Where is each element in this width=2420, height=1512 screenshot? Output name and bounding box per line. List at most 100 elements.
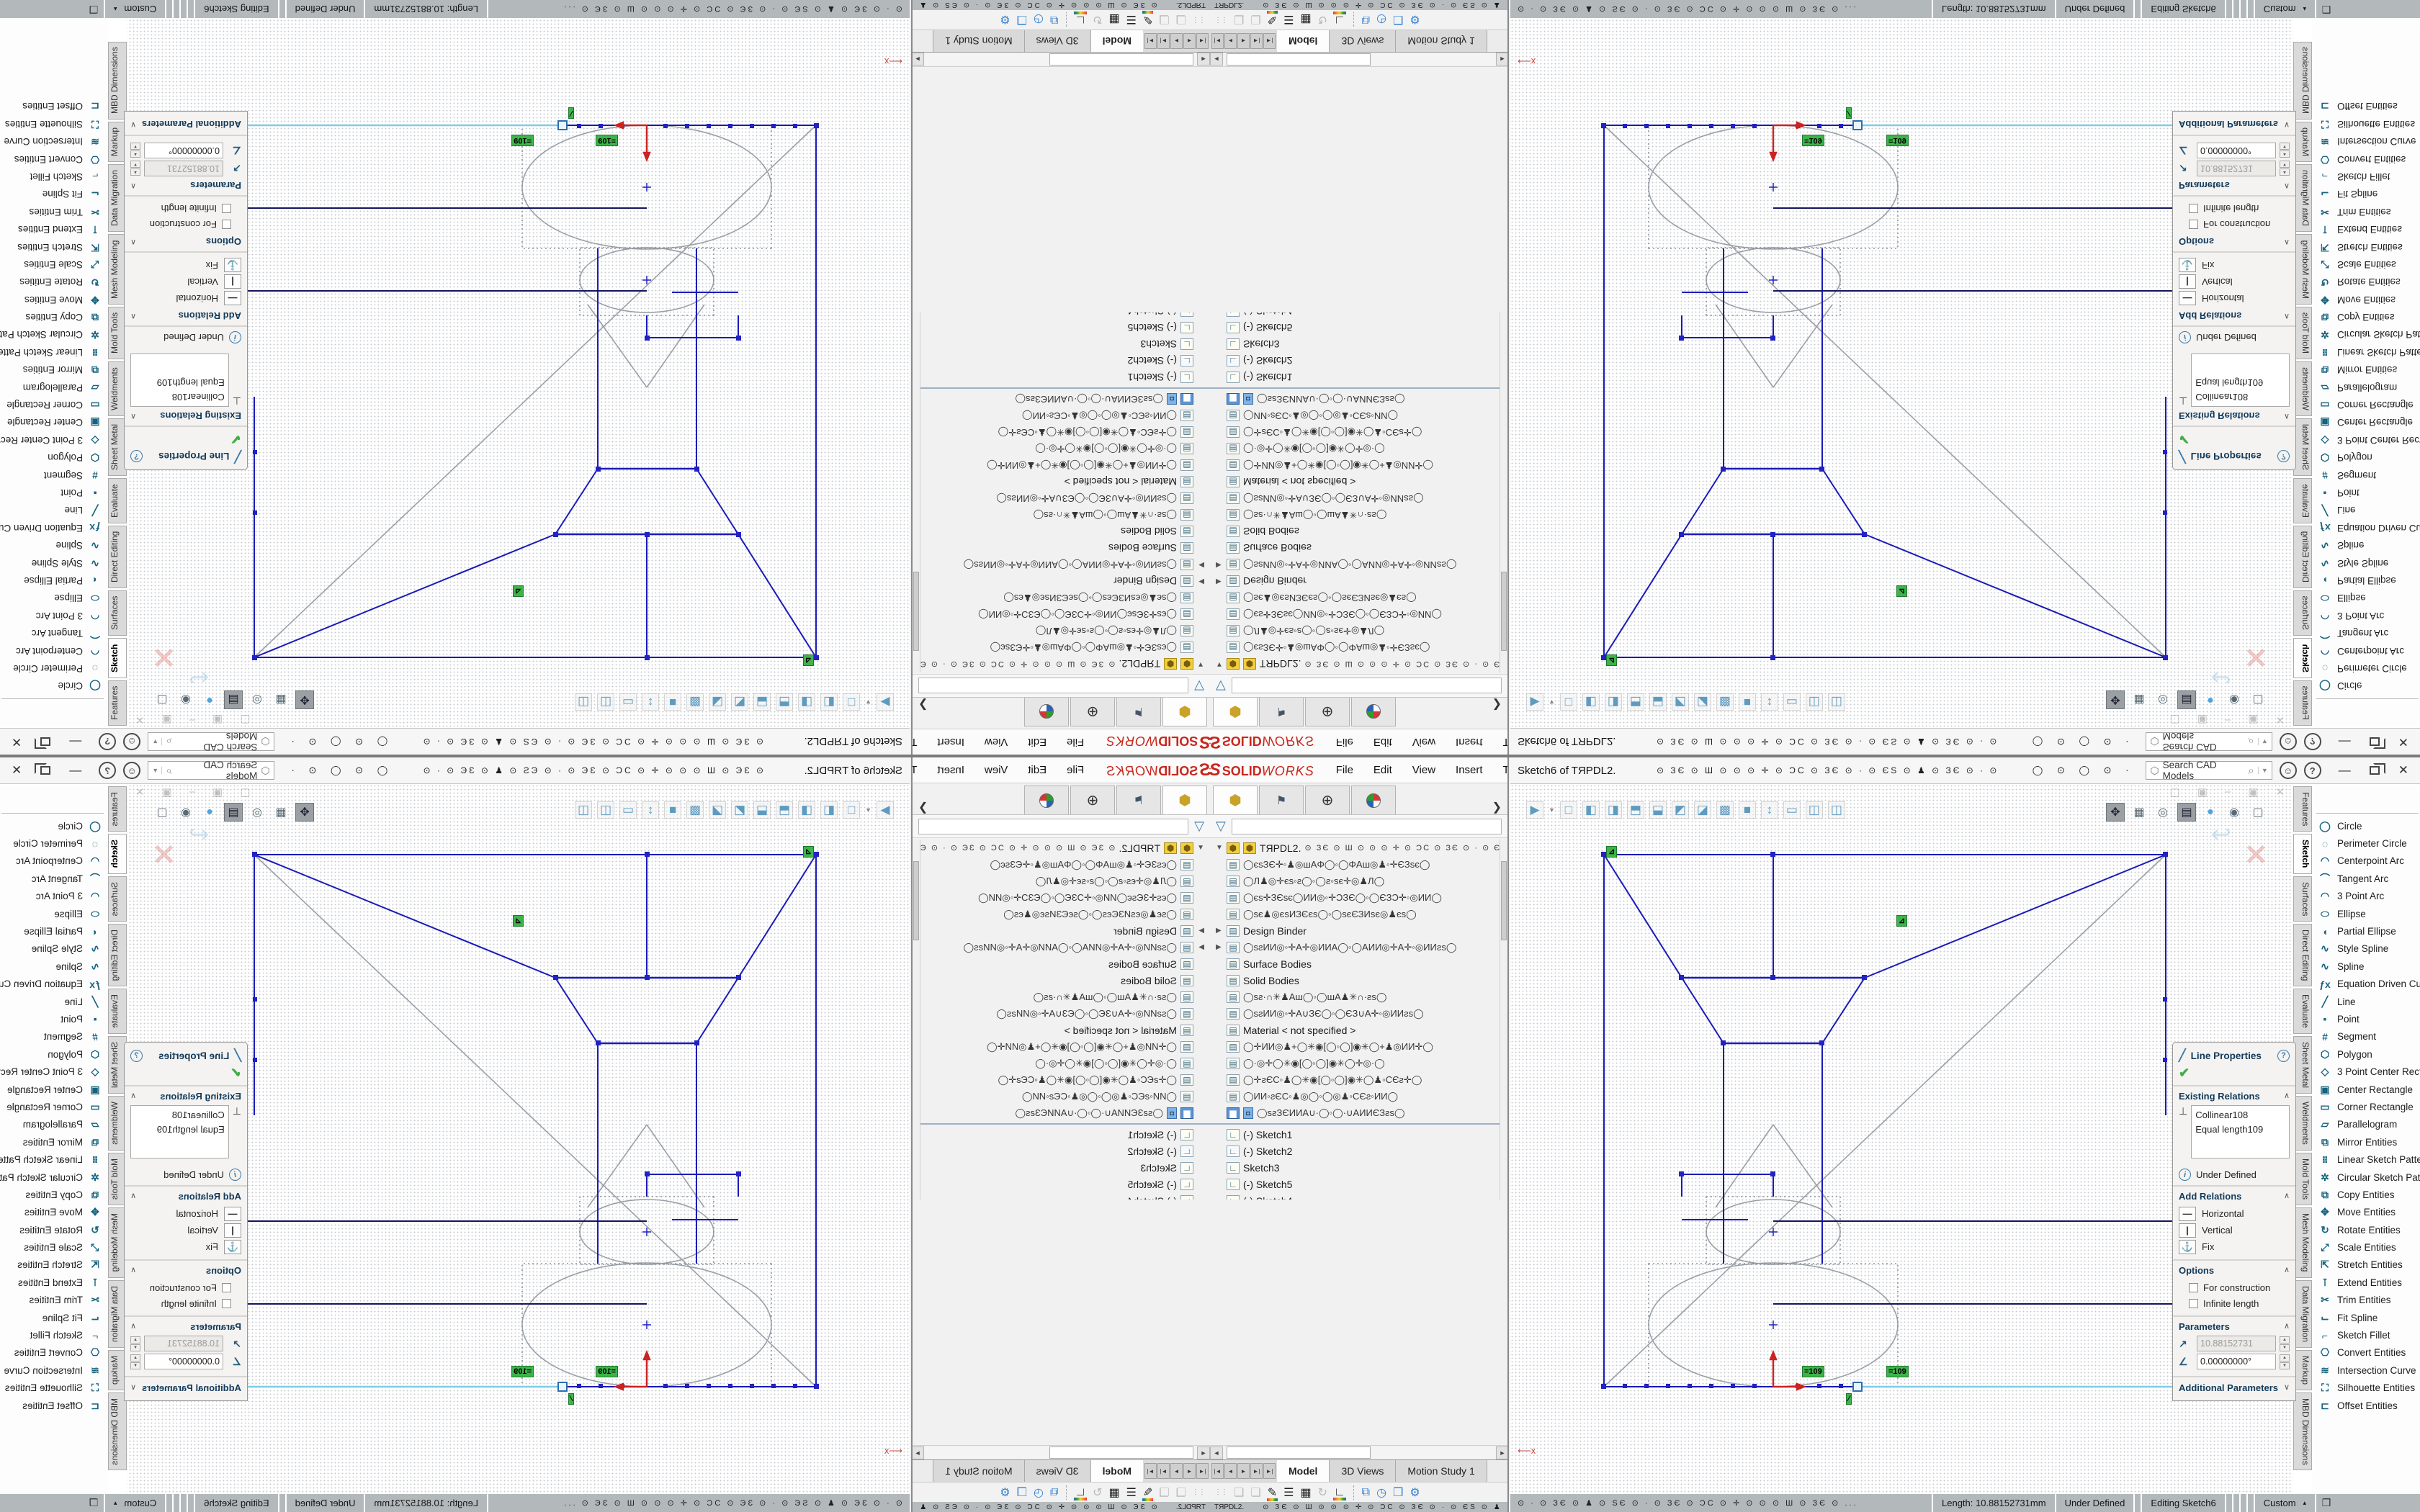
sketch-tool-item[interactable]: ⬡ Polygon xyxy=(2312,1045,2420,1063)
sketch-tool-item[interactable]: ◠ 3 Point Arc xyxy=(2312,888,2420,905)
sketch-tool-item[interactable]: ▭ Corner Rectangle xyxy=(2312,1098,2420,1115)
sketch-tool-item[interactable]: ╱ Line xyxy=(0,993,108,1010)
scrollbar-thumb[interactable] xyxy=(1501,861,1507,940)
cancel-sketch-icon[interactable]: ✕ xyxy=(2244,640,2269,673)
sketch-tool-item[interactable]: ✂ Trim Entities xyxy=(0,1292,108,1309)
tree-item[interactable]: ▤ ◯ѕƨ·∩✳♟Aш◯◦◯шA♟✳∩·ƨѕ◯ xyxy=(919,989,1210,1005)
command-tab[interactable]: Sketch xyxy=(2293,834,2312,873)
parameter-input[interactable]: 10.88152731 xyxy=(144,1336,223,1351)
option-row[interactable]: Infinite length xyxy=(2179,201,2290,217)
tab-displaymanager[interactable] xyxy=(1024,786,1069,814)
collapse-caret-icon[interactable]: ∧ xyxy=(130,1191,136,1202)
sketch-tool-item[interactable]: ▱ Parallelogram xyxy=(0,1116,108,1133)
sketch-tool-item[interactable]: ✥ Move Entities xyxy=(2312,291,2420,308)
view-front-icon[interactable]: □ xyxy=(1560,801,1577,819)
corner-rainbow-icon[interactable]: ∟ xyxy=(1075,1486,1086,1499)
tab-featuremanager[interactable]: ⬢ xyxy=(1213,698,1258,726)
cancel-sketch-icon[interactable]: ✕ xyxy=(2244,839,2269,872)
sketch-tool-item[interactable]: ᎒᎒ Linear Sketch Pattern xyxy=(2312,343,2420,361)
view-settings-icon[interactable]: ◉ xyxy=(176,690,195,709)
spin-down-icon[interactable]: ▼ xyxy=(130,1362,140,1369)
tree-vertical-scrollbar[interactable] xyxy=(913,840,920,1200)
checkbox[interactable] xyxy=(222,204,231,214)
section-view-icon[interactable]: ▤ xyxy=(2177,690,2196,709)
model-tab[interactable]: Motion Study 1 xyxy=(1396,1460,1487,1482)
help-icon[interactable]: ? xyxy=(99,733,116,750)
sketch-tool-item[interactable]: ⌙ Fit Spline xyxy=(0,186,108,203)
sketch-tool-item[interactable]: ◌ Perimeter Circle xyxy=(0,834,108,852)
view-back-icon[interactable]: ◧ xyxy=(820,801,838,819)
add-relation-button[interactable]: — Horizontal xyxy=(130,290,241,307)
relation-badge-equal-109[interactable]: =109 xyxy=(596,135,618,146)
hide-show-items-icon[interactable]: ✥ xyxy=(295,690,314,709)
toolbar-grip[interactable]: ⋮⋮ xyxy=(1214,1488,1227,1496)
sketch-tool-item[interactable]: ✂ Trim Entities xyxy=(0,203,108,220)
collapse-caret-icon[interactable]: ∧ xyxy=(2284,180,2290,191)
collapse-caret-icon[interactable]: ∧ xyxy=(130,1321,136,1332)
next-tab-button[interactable]: ► xyxy=(1170,33,1183,49)
display-style-icon[interactable]: ◎ xyxy=(2154,803,2172,822)
status-units[interactable]: Custom▴ xyxy=(2254,0,2315,18)
hide-show-items-icon[interactable]: ✥ xyxy=(295,803,314,822)
sketch-tool-item[interactable]: ⛶ Silhouette Entities xyxy=(0,1380,108,1397)
search-icon[interactable]: ⌕ xyxy=(166,736,171,748)
tree-item[interactable]: ▤ ◯ѕƨ·∩✳♟Aш◯◦◯шA♟✳∩·ƨѕ◯ xyxy=(1210,507,1501,523)
apply-scene-icon[interactable]: ● xyxy=(200,690,219,709)
tree-root[interactable]: ▼ ⬢ ⬢ TЯPDL2. ⊙ ЗЄ ⊙ Ш ⊙ ⊙ ⊙ ✛ ⊙ ƆС ⊙ ЗЄ… xyxy=(919,656,1210,672)
sketch-tool-item[interactable]: ∿ Style Spline xyxy=(2312,940,2420,958)
spin-up-icon[interactable]: ▲ xyxy=(2280,1336,2290,1344)
command-tab[interactable]: Surfaces xyxy=(108,590,127,636)
search-box[interactable]: ⬡ Search CAD Models ⌕ ▼ xyxy=(2146,732,2272,751)
menu-item[interactable]: File xyxy=(1067,764,1084,776)
spin-down-icon[interactable]: ▼ xyxy=(2280,143,2290,150)
tree-item[interactable]: ▶ ▤ ◯ѕƨИИ◎◦✛A✛◎ИИA◯◦◯AИИ◎✛A✛◦◎ИИƨѕ◯ xyxy=(919,939,1210,955)
sketch-tool-item[interactable]: ⛶ Silhouette Entities xyxy=(0,115,108,132)
tree-item-sketch[interactable]: ∟ (-) Sketch2 xyxy=(1210,353,1501,369)
sketch-tool-item[interactable]: ⎔ Convert Entities xyxy=(0,150,108,168)
relation-badge-collinear[interactable]: ∕ xyxy=(1846,1393,1852,1405)
option-row[interactable]: For construction xyxy=(2179,1279,2290,1295)
grid-icon[interactable]: ▦ xyxy=(1108,13,1119,27)
collapse-caret-icon[interactable]: ∧ xyxy=(2284,410,2290,421)
search-box[interactable]: ⬡ Search CAD Models ⌕ ▼ xyxy=(148,761,274,780)
collapse-caret-icon[interactable]: ∧ xyxy=(130,180,136,191)
spin-up-icon[interactable]: ▲ xyxy=(2280,151,2290,158)
tree-root[interactable]: ▼ ⬢ ⬢ TЯPDL2. ⊙ ЗЄ ⊙ Ш ⊙ ⊙ ⊙ ✛ ⊙ ƆС ⊙ ЗЄ… xyxy=(1210,840,1501,856)
four-viewport-icon[interactable]: ◫ xyxy=(1828,801,1845,819)
prev-tab-button[interactable]: ◄ xyxy=(1183,33,1196,49)
paintbrush-icon[interactable]: ✎ xyxy=(1143,1485,1152,1500)
tree-item[interactable]: ▶ ▤ ◯ѕƨИИ◎◦✛A✛◎ИИA◯◦◯AИИ◎✛A✛◦◎ИИƨѕ◯ xyxy=(919,557,1210,573)
status-sheet-icon[interactable]: ❒ xyxy=(2315,0,2336,18)
menu-item[interactable]: Tools xyxy=(1503,764,1507,776)
model-tab[interactable]: 3D Views xyxy=(1024,30,1090,52)
search-dropdown-chevron[interactable]: ▼ xyxy=(152,738,162,745)
sketch-tool-item[interactable]: ✥ Move Entities xyxy=(2312,1204,2420,1221)
scrollbar-track[interactable] xyxy=(925,1446,1196,1459)
sketch-tool-item[interactable]: ◠ Centerpoint Arc xyxy=(2312,852,2420,870)
sketch-tool-item[interactable]: ⧉ Copy Entities xyxy=(0,1186,108,1203)
add-relation-button[interactable]: | Vertical xyxy=(130,274,241,290)
corner-rainbow-icon[interactable]: ∟ xyxy=(1075,14,1086,27)
last-tab-button[interactable]: ►| xyxy=(1157,1463,1170,1479)
sketch-tool-item[interactable]: ∿ Spline xyxy=(0,958,108,975)
sketch-tool-item[interactable]: ƒx Equation Driven Curve xyxy=(2312,976,2420,993)
corner-rainbow-icon[interactable]: ∟ xyxy=(1334,14,1345,27)
view-iso2-icon[interactable]: ▩ xyxy=(1716,693,1734,711)
minimize-button[interactable]: — xyxy=(69,734,81,749)
tree-item[interactable]: ▤ Material < not specified > xyxy=(1210,474,1501,490)
tree-item-locked-folder[interactable]: ▆ ◘ ◯ѕƨЗЄИИA∪·◯◦◯·∪AИИЄЗƨѕ◯ xyxy=(919,1104,1210,1121)
search-box[interactable]: ⬡ Search CAD Models ⌕ ▼ xyxy=(148,732,274,751)
menu-item[interactable]: File xyxy=(1067,736,1084,748)
collapse-caret-icon[interactable]: ∧ xyxy=(2284,236,2290,247)
sketch-tool-item[interactable]: ⇱ Stretch Entities xyxy=(2312,238,2420,256)
sketch-tool-item[interactable]: ⊺ Extend Entities xyxy=(2312,220,2420,238)
tree-item[interactable]: ▤ ◯✛ИИ◎♟+◯✳◉[◯◦◯]◉✳◯+♟◎ИИ✛◯ xyxy=(919,1038,1210,1055)
view-iso2-icon[interactable]: ▩ xyxy=(686,801,704,819)
sketch-tool-item[interactable]: ⌒ Tangent Arc xyxy=(0,870,108,887)
four-viewport-icon[interactable]: ◫ xyxy=(575,693,592,711)
toolbar-grip[interactable]: ⋮⋮ xyxy=(1214,16,1227,24)
menu-item[interactable]: Tools xyxy=(1503,736,1507,748)
scrollbar-track[interactable] xyxy=(1224,1446,1495,1459)
spin-down-icon[interactable]: ▼ xyxy=(130,161,140,168)
tabs-overflow-chevron[interactable]: ❯ xyxy=(1492,800,1502,814)
